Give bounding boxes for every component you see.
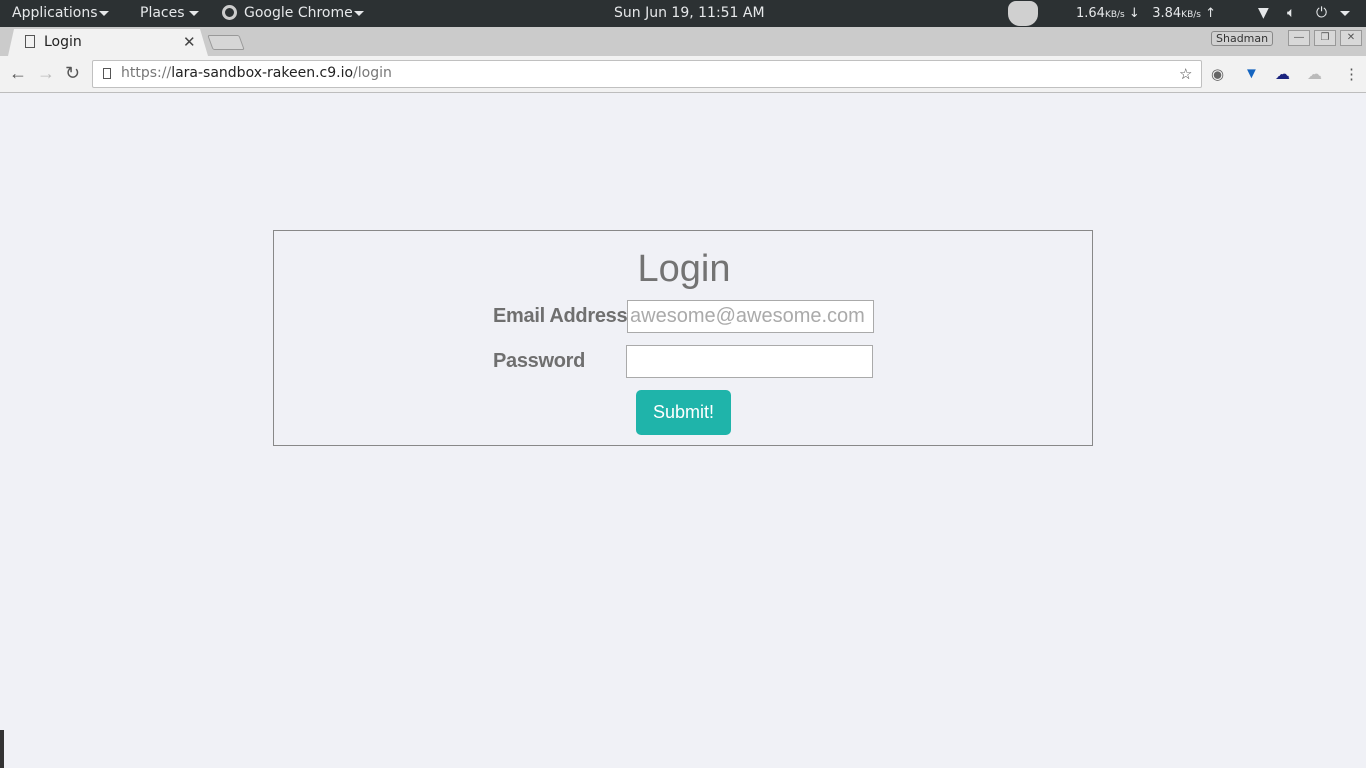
vpn-extension-icon[interactable]: ▼ <box>1244 65 1259 82</box>
login-panel: Login Email Address Password Submit! <box>273 230 1093 446</box>
submit-button[interactable]: Submit! <box>636 390 731 435</box>
password-field[interactable] <box>626 345 873 378</box>
password-label: Password <box>493 350 586 372</box>
clock[interactable]: Sun Jun 19, 11:51 AM <box>614 5 765 22</box>
places-menu[interactable]: Places <box>140 5 185 22</box>
url-text[interactable]: https://lara-sandbox-rakeen.c9.io/login <box>121 65 392 81</box>
close-window-button[interactable]: ✕ <box>1340 30 1362 46</box>
teapot-icon[interactable] <box>1008 1 1038 26</box>
close-tab-icon[interactable]: ✕ <box>183 33 196 51</box>
tab-title: Login <box>44 34 82 50</box>
down-speed: 1.64 <box>1076 6 1105 21</box>
chrome-icon <box>222 5 237 20</box>
weather-extension-icon[interactable]: ☁ <box>1307 65 1322 83</box>
wifi-icon[interactable]: ▼ <box>1258 5 1269 22</box>
page-title: Login <box>637 248 731 290</box>
system-menu-chevron-icon[interactable] <box>1340 11 1350 16</box>
url-host: lara-sandbox-rakeen.c9.io <box>171 65 354 81</box>
page-info-icon[interactable] <box>103 68 111 79</box>
network-speed: 1.64KB/s ↓ 3.84KB/s ↑ <box>1076 5 1216 24</box>
forward-icon[interactable]: → <box>37 63 55 84</box>
profile-button[interactable]: Shadman <box>1211 31 1274 46</box>
email-field[interactable] <box>627 300 874 333</box>
window-edge <box>0 730 4 768</box>
places-chevron-down-icon[interactable] <box>189 11 199 16</box>
film-reel-extension-icon[interactable]: ◉ <box>1211 65 1224 83</box>
applications-chevron-down-icon[interactable] <box>99 11 109 16</box>
app-menu[interactable]: Google Chrome <box>244 5 353 22</box>
bookmark-star-icon[interactable]: ☆ <box>1179 65 1192 83</box>
volume-icon[interactable]: 🔈︎ <box>1287 5 1295 22</box>
system-top-bar: Applications Places Google Chrome Sun Ju… <box>0 0 1366 27</box>
url-path: /login <box>353 65 392 81</box>
applications-menu[interactable]: Applications <box>12 5 98 22</box>
back-icon[interactable]: ← <box>9 63 27 84</box>
url-scheme: https:// <box>121 65 172 81</box>
restore-button[interactable]: ❐ <box>1314 30 1336 46</box>
minimize-button[interactable]: — <box>1288 30 1310 46</box>
menu-icon[interactable]: ⋮ <box>1344 65 1359 83</box>
new-tab-button[interactable] <box>207 35 245 50</box>
tab-login[interactable] <box>8 29 208 56</box>
app-chevron-down-icon[interactable] <box>354 11 364 16</box>
up-unit: KB/s <box>1181 10 1201 20</box>
email-label: Email Address <box>493 305 628 327</box>
down-unit: KB/s <box>1104 10 1125 20</box>
cloud-extension-icon[interactable]: ☁ <box>1275 65 1290 83</box>
reload-icon[interactable]: ↻ <box>65 63 80 84</box>
arrow-up-icon: ↑ <box>1205 6 1217 21</box>
up-speed: 3.84 <box>1152 6 1182 21</box>
arrow-down-icon: ↓ <box>1128 6 1140 21</box>
power-icon[interactable]: ⏻ <box>1316 5 1327 22</box>
page-icon <box>25 35 35 48</box>
